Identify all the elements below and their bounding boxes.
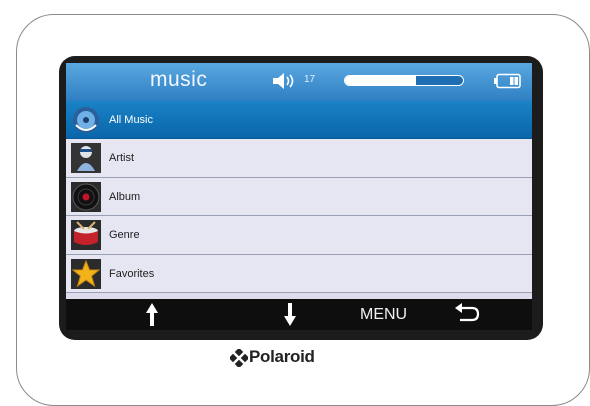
speaker-icon[interactable] <box>272 73 300 94</box>
menu-item-album[interactable]: Album <box>66 177 532 217</box>
star-icon <box>71 258 101 289</box>
back-icon[interactable] <box>452 299 482 330</box>
album-icon <box>71 181 101 212</box>
bottom-toolbar: MENU <box>66 299 532 330</box>
volume-level: 17 <box>304 74 316 85</box>
app-title: music <box>150 68 208 91</box>
menu-item-label: Genre <box>109 229 140 242</box>
battery-icon <box>494 73 522 94</box>
artist-icon <box>71 143 101 174</box>
menu-item-genre[interactable]: Genre <box>66 216 532 255</box>
menu-item-label: Favorites <box>109 267 155 280</box>
progress-fill <box>345 76 416 85</box>
arrow-up-icon[interactable] <box>144 299 160 330</box>
menu-item-artist[interactable]: Artist <box>66 139 532 178</box>
header-bar: music 17 <box>66 63 532 101</box>
brand-name: Polaroid <box>249 347 315 366</box>
menu-item-favorites[interactable]: Favorites <box>66 254 532 293</box>
progress-bar[interactable] <box>344 75 464 86</box>
menu-button[interactable]: MENU <box>360 306 407 324</box>
menu-item-label: All Music <box>109 114 154 126</box>
menu-list: All Music Artist Album Genre Favorites <box>66 101 532 293</box>
arrow-down-icon[interactable] <box>282 299 298 330</box>
all-music-icon <box>71 105 101 135</box>
menu-item-all-music[interactable]: All Music <box>66 101 532 140</box>
menu-item-label: Artist <box>109 152 135 165</box>
genre-icon <box>71 220 101 251</box>
menu-item-label: Album <box>109 190 141 203</box>
polaroid-logo-icon <box>228 347 250 372</box>
device-screen: music 17 All Music Artist Album Genre Fa… <box>66 63 532 330</box>
